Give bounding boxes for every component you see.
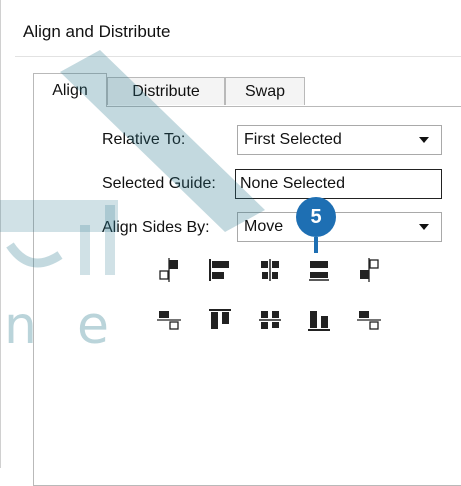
relative-to-label: Relative To: xyxy=(102,131,186,148)
align-bottom-outside-icon xyxy=(357,311,381,330)
align-sides-by-label: Align Sides By: xyxy=(102,219,210,236)
align-left-outside-icon xyxy=(159,258,178,282)
align-vertical-center-icon xyxy=(259,311,281,329)
align-left-outside-button[interactable] xyxy=(156,257,182,283)
align-right-outside-button[interactable] xyxy=(356,257,382,283)
selected-guide-label: Selected Guide: xyxy=(102,175,216,192)
panel-title: Align and Distribute xyxy=(23,22,171,41)
align-center-horizontal-button[interactable] xyxy=(257,257,283,283)
align-top-icon xyxy=(209,309,231,329)
align-bottom-outside-button[interactable] xyxy=(356,307,382,333)
align-bottom-button[interactable] xyxy=(306,307,332,333)
align-left-icon xyxy=(209,259,229,281)
align-bottom-icon xyxy=(308,311,330,331)
align-right-outside-icon xyxy=(360,258,379,282)
title-divider xyxy=(15,56,461,57)
align-center-vertical-button[interactable] xyxy=(257,307,283,333)
tab-swap[interactable]: Swap xyxy=(225,77,305,105)
align-left-button[interactable] xyxy=(207,257,233,283)
tab-distribute[interactable]: Distribute xyxy=(107,77,225,105)
tab-content xyxy=(33,106,461,486)
align-right-button[interactable] xyxy=(306,257,332,283)
align-right-icon xyxy=(309,261,329,281)
step-callout-pointer xyxy=(314,237,318,253)
relative-to-value: First Selected xyxy=(244,131,342,148)
align-top-outside-button[interactable] xyxy=(156,307,182,333)
align-distribute-panel: Align and Distribute Align Distribute Sw… xyxy=(0,0,461,486)
chevron-down-icon xyxy=(419,224,429,230)
tab-align[interactable]: Align xyxy=(33,73,107,107)
align-top-outside-icon xyxy=(157,311,181,330)
step-callout-badge: 5 xyxy=(296,197,336,237)
selected-guide-field[interactable]: None Selected xyxy=(235,169,442,199)
align-horizontal-center-icon xyxy=(261,259,279,281)
chevron-down-icon xyxy=(419,137,429,143)
align-sides-by-value: Move xyxy=(244,218,284,235)
relative-to-dropdown[interactable]: First Selected xyxy=(237,125,442,155)
align-top-button[interactable] xyxy=(207,307,233,333)
align-sides-by-dropdown[interactable]: Move xyxy=(237,212,442,242)
